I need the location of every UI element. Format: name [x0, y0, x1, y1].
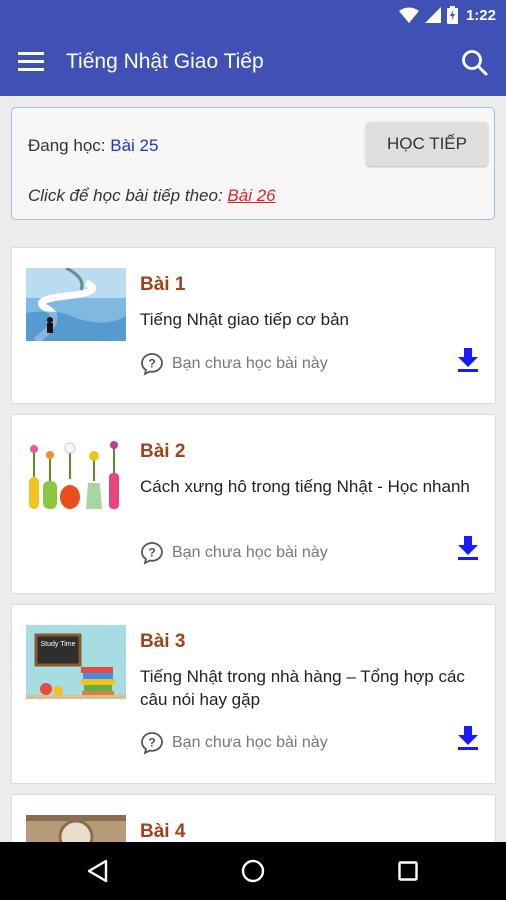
- signal-icon: [424, 7, 441, 23]
- current-lesson-link[interactable]: Bài 25: [110, 136, 158, 155]
- lesson-card-2[interactable]: Bài 2 Cách xưng hô trong tiếng Nhật - Họ…: [11, 414, 496, 594]
- next-lesson-line: Click để học bài tiếp theo: Bài 26: [28, 186, 276, 206]
- continue-button[interactable]: HỌC TIẾP: [366, 122, 488, 166]
- status-time: 1:22: [465, 6, 496, 24]
- lesson-3-image: Study Time: [26, 625, 126, 699]
- lesson-3-board-text: Study Time: [40, 641, 75, 648]
- svg-text:?: ?: [148, 357, 155, 371]
- lesson-4-number: Bài 4: [140, 821, 186, 842]
- lesson-3-title: Tiếng Nhật trong nhà hàng – Tổng hợp các…: [140, 667, 465, 709]
- lesson-1-number: Bài 1: [140, 274, 186, 295]
- svg-text:?: ?: [148, 736, 155, 750]
- current-lesson-line: Đang học: Bài 25: [28, 136, 158, 156]
- lesson-2-status: ? Bạn chưa học bài này: [140, 541, 328, 565]
- menu-icon[interactable]: [18, 52, 44, 74]
- app-title: Tiếng Nhật Giao Tiếp: [66, 50, 264, 73]
- lesson-1-image: [26, 268, 126, 341]
- wifi-icon: [398, 7, 419, 23]
- download-icon[interactable]: [457, 726, 479, 750]
- lesson-2-title: Cách xưng hô trong tiếng Nhật - Học nhan…: [140, 477, 470, 496]
- lesson-1-status: ? Bạn chưa học bài này: [140, 352, 328, 376]
- download-icon[interactable]: [457, 348, 479, 372]
- lesson-1-title: Tiếng Nhật giao tiếp cơ bản: [140, 310, 349, 329]
- app-bar: Tiếng Nhật Giao Tiếp: [0, 32, 506, 96]
- lesson-card-3[interactable]: Study Time Bài 3 Tiếng Nhật trong nhà hà…: [11, 604, 496, 784]
- lesson-3-thumbnail: Study Time: [26, 625, 126, 699]
- question-bubble-icon: ?: [141, 732, 163, 755]
- next-label: Click để học bài tiếp theo:: [28, 186, 228, 205]
- status-icons: 1:22: [398, 6, 496, 24]
- search-icon[interactable]: [460, 48, 490, 78]
- question-bubble-icon: ?: [141, 353, 163, 376]
- lesson-2-image: [26, 437, 126, 511]
- lesson-3-number: Bài 3: [140, 631, 186, 652]
- progress-card: Đang học: Bài 25 HỌC TIẾP Click để học b…: [11, 107, 495, 220]
- lesson-1-thumbnail: [26, 268, 126, 341]
- svg-text:?: ?: [148, 546, 155, 560]
- lesson-3-status: ? Bạn chưa học bài này: [140, 731, 328, 755]
- current-label: Đang học:: [28, 136, 111, 155]
- home-icon[interactable]: [241, 859, 265, 883]
- lesson-1-status-text: Bạn chưa học bài này: [172, 355, 328, 372]
- next-lesson-link[interactable]: Bài 26: [227, 186, 275, 205]
- lesson-2-number: Bài 2: [140, 441, 186, 462]
- back-icon[interactable]: [86, 859, 110, 883]
- lesson-2-thumbnail: [26, 437, 126, 511]
- recent-apps-icon[interactable]: [398, 861, 418, 881]
- download-icon[interactable]: [457, 536, 479, 560]
- navigation-bar: [0, 842, 506, 900]
- question-bubble-icon: ?: [141, 542, 163, 565]
- lesson-card-1[interactable]: Bài 1 Tiếng Nhật giao tiếp cơ bản ? Bạn …: [11, 247, 496, 404]
- battery-icon: [446, 6, 458, 24]
- lesson-3-status-text: Bạn chưa học bài này: [172, 734, 328, 751]
- status-bar: 1:22: [0, 0, 506, 32]
- lesson-2-status-text: Bạn chưa học bài này: [172, 544, 328, 561]
